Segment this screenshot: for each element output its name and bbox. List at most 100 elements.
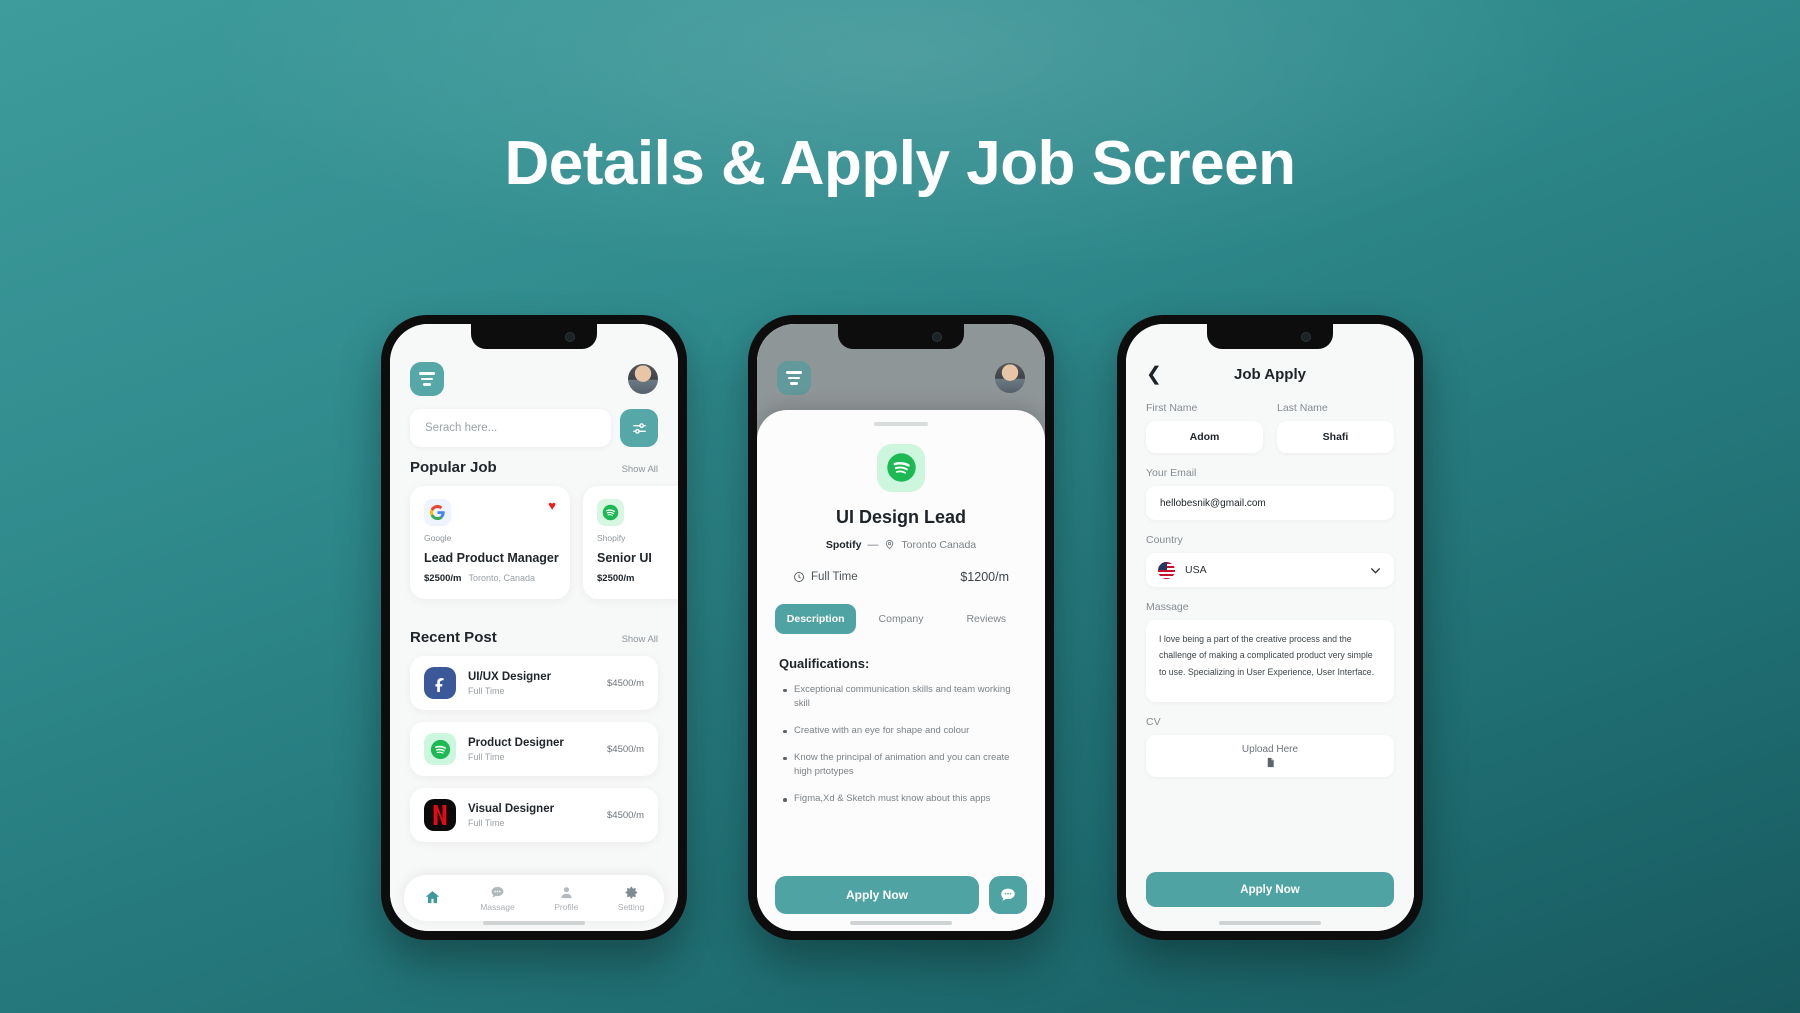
phone-notch bbox=[1207, 324, 1333, 349]
home-indicator bbox=[850, 921, 952, 925]
cv-label: CV bbox=[1146, 716, 1161, 728]
chat-bubble-icon[interactable] bbox=[989, 876, 1027, 914]
hamburger-menu-icon[interactable] bbox=[410, 362, 444, 396]
list-item[interactable]: Visual Designer Full Time $4500/m bbox=[410, 788, 658, 842]
home-topbar bbox=[410, 361, 658, 397]
email-group: Your Email bbox=[1146, 467, 1394, 520]
name-row: First Name Last Name bbox=[1146, 402, 1394, 453]
list-item-salary: $4500/m bbox=[607, 743, 644, 755]
country-label: Country bbox=[1146, 534, 1183, 546]
phone-notch bbox=[471, 324, 597, 349]
recent-show-all-link[interactable]: Show All bbox=[622, 634, 658, 645]
recent-post-list: UI/UX Designer Full Time $4500/m Product… bbox=[410, 656, 658, 854]
list-item[interactable]: UI/UX Designer Full Time $4500/m bbox=[410, 656, 658, 710]
netflix-logo bbox=[424, 799, 456, 831]
phone-notch bbox=[838, 324, 964, 349]
phone-mockup-home: Popular Job Show All bbox=[381, 315, 687, 940]
spotify-logo bbox=[424, 733, 456, 765]
user-avatar[interactable] bbox=[995, 363, 1025, 393]
popular-job-cards: ♥ Google Lead Product Manager $2500/m To… bbox=[410, 486, 678, 599]
job-card-salary: $2500/m bbox=[424, 573, 462, 584]
job-card-salary: $2500/m bbox=[597, 573, 635, 584]
details-actions: Apply Now bbox=[775, 876, 1027, 914]
apply-form: First Name Last Name Your Email Country bbox=[1146, 402, 1394, 777]
massage-textarea[interactable]: I love being a part of the creative proc… bbox=[1146, 620, 1394, 702]
massage-label: Massage bbox=[1146, 601, 1189, 613]
search-input[interactable] bbox=[410, 409, 611, 447]
job-details-sheet: UI Design Lead Spotify — Toronto Canada … bbox=[757, 410, 1045, 931]
qualification-item: Figma,Xd & Sketch must know about this a… bbox=[783, 792, 1023, 807]
country-select[interactable]: USA bbox=[1146, 553, 1394, 587]
email-field[interactable] bbox=[1146, 486, 1394, 520]
list-item-title: Visual Designer bbox=[468, 802, 555, 815]
job-card-location: Toronto, Canada bbox=[468, 573, 536, 583]
cv-upload-dropzone[interactable]: Upload Here bbox=[1146, 735, 1394, 777]
home-icon bbox=[425, 890, 439, 903]
nav-item-setting[interactable]: Setting bbox=[618, 885, 644, 912]
nav-item-home[interactable] bbox=[424, 889, 441, 908]
page-title: Details & Apply Job Screen bbox=[504, 129, 1296, 198]
filter-sliders-icon[interactable] bbox=[620, 409, 658, 447]
job-card-company: Shopify bbox=[597, 533, 626, 543]
country-group: Country USA bbox=[1146, 534, 1394, 587]
massage-group: Massage I love being a part of the creat… bbox=[1146, 601, 1394, 702]
job-card[interactable]: ♥ Shopify Senior UI $2500/m bbox=[583, 486, 678, 599]
google-logo bbox=[424, 499, 451, 526]
job-card[interactable]: ♥ Google Lead Product Manager $2500/m To… bbox=[410, 486, 570, 599]
home-indicator bbox=[1219, 921, 1321, 925]
last-name-field[interactable] bbox=[1277, 421, 1394, 453]
nav-label: Setting bbox=[617, 901, 645, 912]
hamburger-menu-icon[interactable] bbox=[777, 361, 811, 395]
bottom-navigation: Massage Profile Setting bbox=[404, 875, 664, 921]
location-pin-icon bbox=[886, 539, 894, 550]
nav-label: Profile bbox=[554, 901, 579, 912]
list-item-type: Full Time bbox=[468, 751, 505, 762]
nav-item-profile[interactable]: Profile bbox=[554, 885, 578, 912]
job-stats: Full Time $1200/m bbox=[793, 570, 1009, 584]
list-item-type: Full Time bbox=[468, 685, 505, 696]
list-item-type: Full Time bbox=[468, 817, 505, 828]
recent-post-title: Recent Post bbox=[410, 629, 497, 646]
phone-mockup-job-details: UI Design Lead Spotify — Toronto Canada … bbox=[748, 315, 1054, 940]
upload-label: Upload Here bbox=[1241, 744, 1299, 755]
job-salary: $1200/m bbox=[960, 569, 1009, 584]
sheet-grabber[interactable] bbox=[874, 422, 928, 426]
qualifications-list: Exceptional communication skills and tea… bbox=[783, 683, 1023, 807]
page-heading: Job Apply bbox=[1234, 365, 1306, 383]
first-name-field[interactable] bbox=[1146, 421, 1263, 453]
apply-now-button[interactable]: Apply Now bbox=[1146, 872, 1394, 907]
tab-reviews[interactable]: Reviews bbox=[946, 604, 1027, 634]
favorite-heart-icon[interactable]: ♥ bbox=[548, 499, 556, 512]
popular-show-all-link[interactable]: Show All bbox=[622, 464, 658, 475]
job-company: Spotify bbox=[825, 538, 862, 551]
job-apply-screen: ❮ Job Apply First Name Last Name Your Em… bbox=[1126, 324, 1414, 931]
spotify-logo bbox=[877, 443, 925, 492]
job-card-title: Lead Product Manager bbox=[424, 551, 559, 565]
nav-item-massage[interactable]: Massage bbox=[480, 885, 515, 912]
job-details-screen: UI Design Lead Spotify — Toronto Canada … bbox=[757, 324, 1045, 931]
recent-post-header: Recent Post Show All bbox=[410, 629, 658, 646]
spotify-logo bbox=[597, 499, 624, 526]
email-label: Your Email bbox=[1146, 467, 1197, 479]
list-item-title: Product Designer bbox=[468, 736, 564, 749]
details-tabs: Description Company Reviews bbox=[775, 603, 1027, 634]
tab-description[interactable]: Description bbox=[775, 603, 857, 634]
gear-icon bbox=[625, 886, 637, 898]
home-indicator bbox=[483, 921, 585, 925]
list-item-salary: $4500/m bbox=[607, 809, 644, 821]
phone-mockup-job-apply: ❮ Job Apply First Name Last Name Your Em… bbox=[1117, 315, 1423, 940]
job-location: Toronto Canada bbox=[901, 538, 977, 551]
clock-icon bbox=[794, 571, 804, 582]
list-item-title: UI/UX Designer bbox=[468, 670, 552, 683]
job-card-company: Google bbox=[424, 533, 452, 543]
apply-now-button[interactable]: Apply Now bbox=[775, 876, 979, 914]
list-item-salary: $4500/m bbox=[607, 677, 644, 689]
facebook-logo bbox=[424, 667, 456, 699]
employment-type-label: Full Time bbox=[811, 570, 858, 583]
qualifications-heading: Qualifications: bbox=[779, 655, 870, 671]
search-row bbox=[410, 409, 658, 447]
document-icon bbox=[1267, 757, 1274, 768]
user-avatar[interactable] bbox=[628, 364, 658, 394]
tab-company[interactable]: Company bbox=[860, 604, 941, 634]
list-item[interactable]: Product Designer Full Time $4500/m bbox=[410, 722, 658, 776]
